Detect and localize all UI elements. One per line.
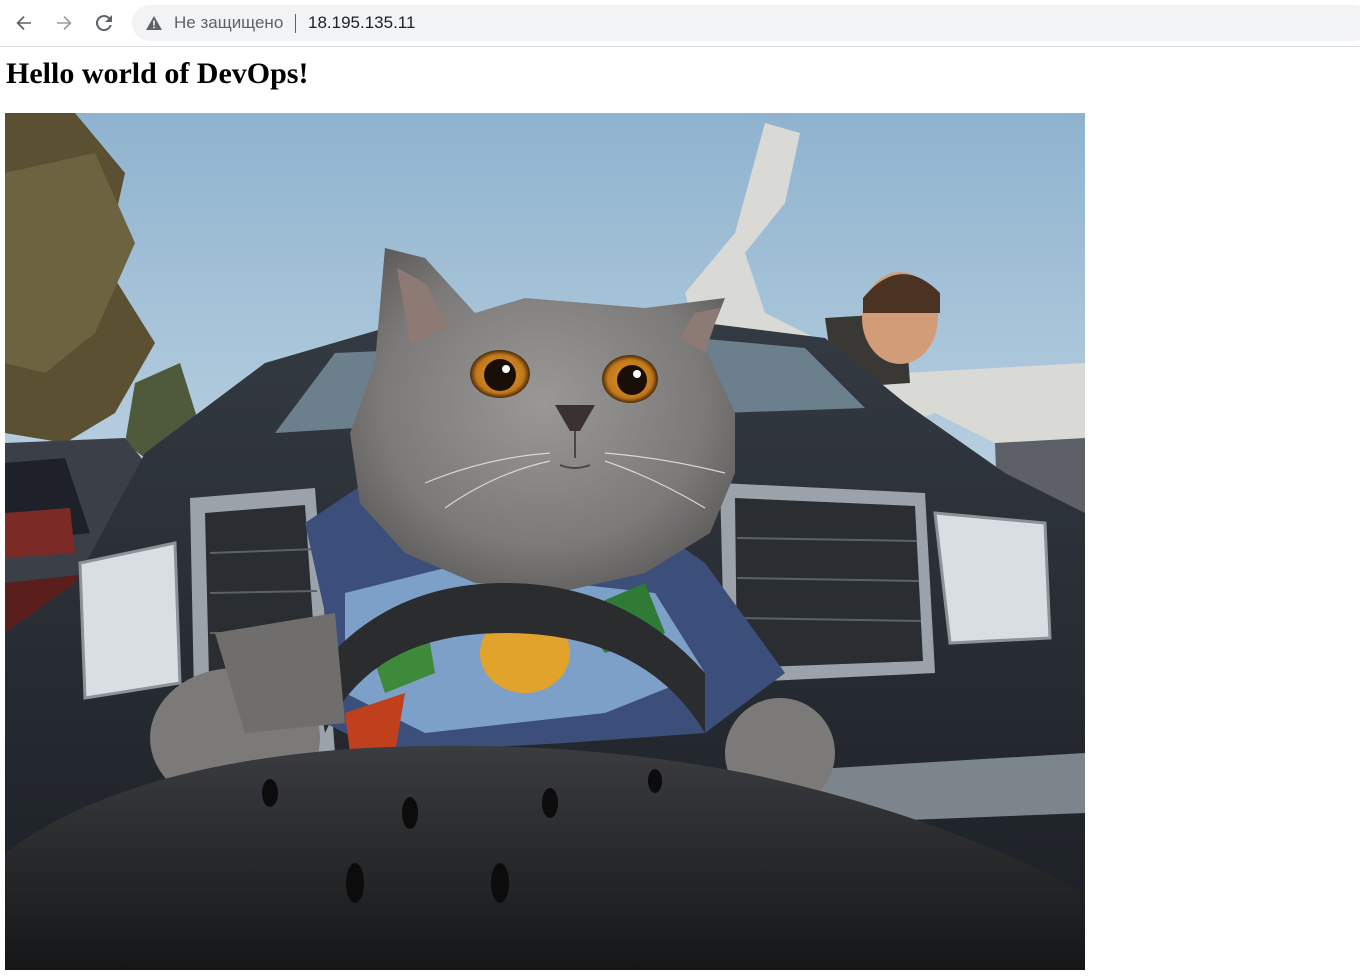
browser-toolbar: Не защищено 18.195.135.11 bbox=[0, 0, 1360, 47]
page-heading: Hello world of DevOps! bbox=[6, 57, 309, 90]
reload-icon bbox=[95, 15, 112, 32]
address-bar[interactable]: Не защищено 18.195.135.11 bbox=[132, 5, 1360, 41]
arrow-right-icon bbox=[57, 16, 72, 30]
warning-triangle-icon bbox=[146, 16, 162, 30]
cat-driving-photo bbox=[5, 113, 1085, 970]
back-button[interactable] bbox=[8, 7, 40, 39]
reload-button[interactable] bbox=[88, 7, 120, 39]
address-separator bbox=[295, 14, 296, 33]
arrow-left-icon bbox=[16, 16, 31, 30]
forward-button[interactable] bbox=[48, 7, 80, 39]
security-status-label[interactable]: Не защищено bbox=[174, 13, 283, 33]
url-text[interactable]: 18.195.135.11 bbox=[308, 13, 415, 33]
